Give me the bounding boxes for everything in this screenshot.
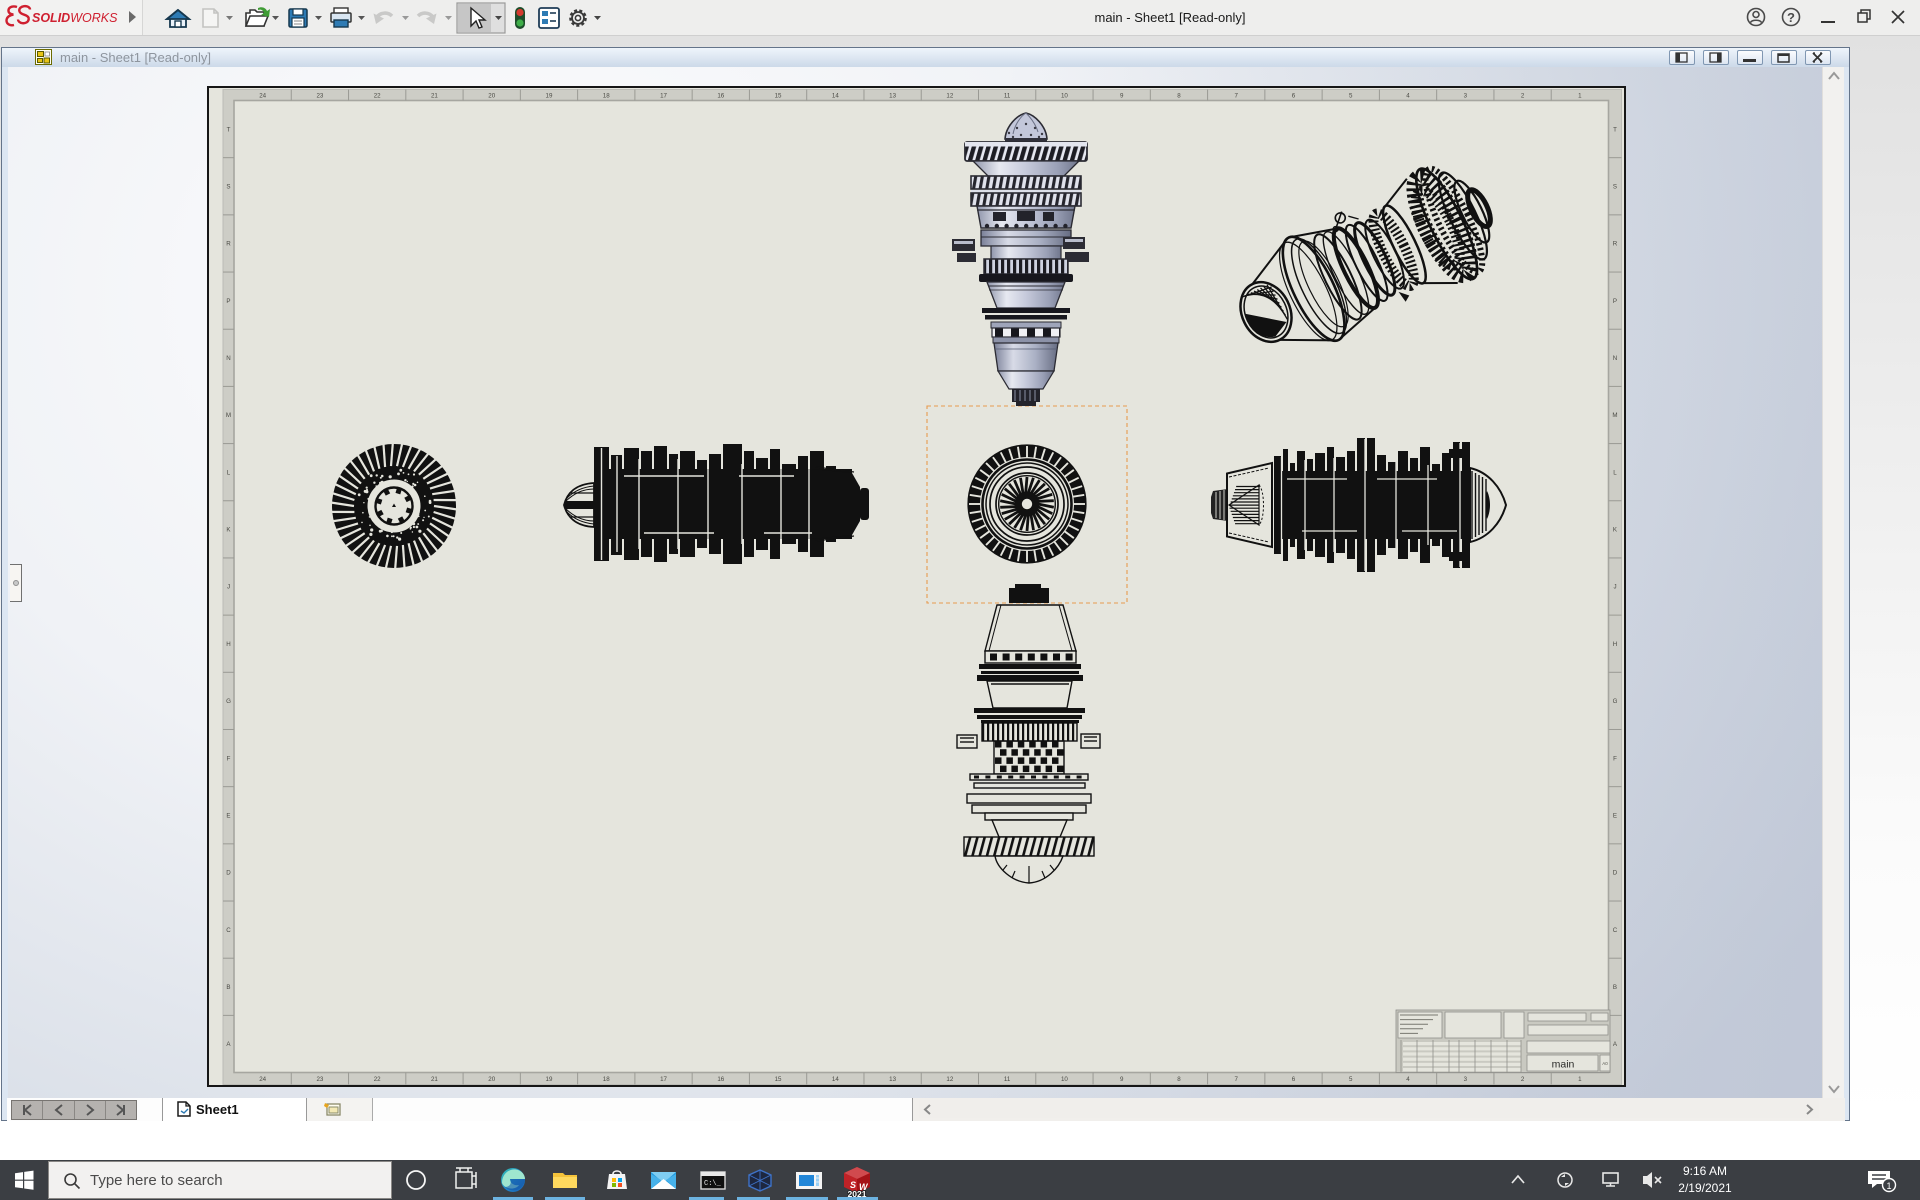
svg-text:13: 13 bbox=[889, 93, 896, 100]
svg-text:5: 5 bbox=[1349, 1076, 1353, 1083]
svg-text:P: P bbox=[1613, 298, 1617, 305]
svg-text:G: G bbox=[226, 698, 231, 705]
svg-text:20: 20 bbox=[488, 93, 495, 100]
svg-text:H: H bbox=[226, 641, 230, 648]
svg-text:A0: A0 bbox=[1602, 1061, 1608, 1066]
svg-text:16: 16 bbox=[717, 93, 724, 100]
svg-text:T: T bbox=[1613, 126, 1617, 133]
svg-text:T: T bbox=[227, 126, 231, 133]
svg-text:C: C bbox=[226, 927, 231, 934]
svg-text:S: S bbox=[226, 183, 230, 190]
svg-text:D: D bbox=[1613, 870, 1618, 877]
svg-text:16: 16 bbox=[717, 1076, 724, 1083]
svg-text:C:\_: C:\_ bbox=[704, 1180, 722, 1188]
svg-text:?: ? bbox=[1787, 10, 1795, 25]
svg-text:4: 4 bbox=[1406, 1076, 1410, 1083]
svg-text:24: 24 bbox=[259, 93, 266, 100]
svg-text:J: J bbox=[227, 584, 230, 591]
svg-text:4: 4 bbox=[1406, 93, 1410, 100]
svg-text:15: 15 bbox=[775, 1076, 782, 1083]
svg-text:2: 2 bbox=[1521, 93, 1525, 100]
svg-text:15: 15 bbox=[775, 93, 782, 100]
svg-text:24: 24 bbox=[259, 1076, 266, 1083]
svg-text:17: 17 bbox=[660, 1076, 667, 1083]
svg-text:L: L bbox=[1613, 469, 1617, 476]
svg-text:C: C bbox=[1613, 927, 1618, 934]
svg-text:10: 10 bbox=[1061, 1076, 1068, 1083]
svg-text:13: 13 bbox=[889, 1076, 896, 1083]
svg-text:main: main bbox=[1552, 1059, 1575, 1071]
svg-text:J: J bbox=[1613, 584, 1616, 591]
svg-text:E: E bbox=[226, 812, 230, 819]
svg-text:8: 8 bbox=[1177, 93, 1181, 100]
svg-text:9: 9 bbox=[1120, 93, 1124, 100]
svg-text:9: 9 bbox=[1120, 1076, 1124, 1083]
svg-text:B: B bbox=[226, 984, 230, 991]
svg-text:21: 21 bbox=[431, 93, 438, 100]
svg-text:6: 6 bbox=[1292, 1076, 1296, 1083]
svg-text:19: 19 bbox=[546, 93, 553, 100]
svg-text:N: N bbox=[1613, 355, 1617, 362]
svg-text:19: 19 bbox=[546, 1076, 553, 1083]
svg-text:20: 20 bbox=[488, 1076, 495, 1083]
svg-text:12: 12 bbox=[946, 1076, 953, 1083]
svg-text:6: 6 bbox=[1292, 93, 1296, 100]
svg-text:18: 18 bbox=[603, 1076, 610, 1083]
svg-text:10: 10 bbox=[1061, 93, 1068, 100]
svg-text:H: H bbox=[1613, 641, 1617, 648]
svg-text:B: B bbox=[1613, 984, 1617, 991]
svg-text:3: 3 bbox=[1464, 93, 1468, 100]
svg-text:22: 22 bbox=[374, 93, 381, 100]
svg-text:14: 14 bbox=[832, 93, 839, 100]
svg-text:18: 18 bbox=[603, 93, 610, 100]
svg-text:11: 11 bbox=[1004, 1076, 1011, 1083]
svg-text:D: D bbox=[226, 870, 231, 877]
svg-text:3: 3 bbox=[1464, 1076, 1468, 1083]
svg-text:23: 23 bbox=[316, 93, 323, 100]
svg-text:7: 7 bbox=[1234, 93, 1238, 100]
svg-text:S: S bbox=[1613, 183, 1617, 190]
svg-text:22: 22 bbox=[374, 1076, 381, 1083]
svg-text:1: 1 bbox=[1578, 1076, 1582, 1083]
svg-text:F: F bbox=[1613, 755, 1617, 762]
svg-text:M: M bbox=[226, 412, 231, 419]
svg-text:R: R bbox=[226, 241, 231, 248]
svg-text:21: 21 bbox=[431, 1076, 438, 1083]
svg-text:17: 17 bbox=[660, 93, 667, 100]
svg-text:5: 5 bbox=[1349, 93, 1353, 100]
svg-text:L: L bbox=[227, 469, 231, 476]
svg-text:N: N bbox=[226, 355, 230, 362]
svg-text:G: G bbox=[1613, 698, 1618, 705]
svg-text:R: R bbox=[1613, 241, 1618, 248]
svg-text:M: M bbox=[1612, 412, 1617, 419]
svg-text:E: E bbox=[1613, 812, 1617, 819]
svg-text:2: 2 bbox=[1521, 1076, 1525, 1083]
svg-text:P: P bbox=[226, 298, 230, 305]
svg-text:14: 14 bbox=[832, 1076, 839, 1083]
svg-text:12: 12 bbox=[946, 93, 953, 100]
svg-text:11: 11 bbox=[1004, 93, 1011, 100]
svg-text:F: F bbox=[227, 755, 231, 762]
svg-text:1: 1 bbox=[1578, 93, 1582, 100]
svg-text:8: 8 bbox=[1177, 1076, 1181, 1083]
svg-text:7: 7 bbox=[1234, 1076, 1238, 1083]
svg-text:23: 23 bbox=[316, 1076, 323, 1083]
svg-text:1: 1 bbox=[1886, 1181, 1891, 1191]
